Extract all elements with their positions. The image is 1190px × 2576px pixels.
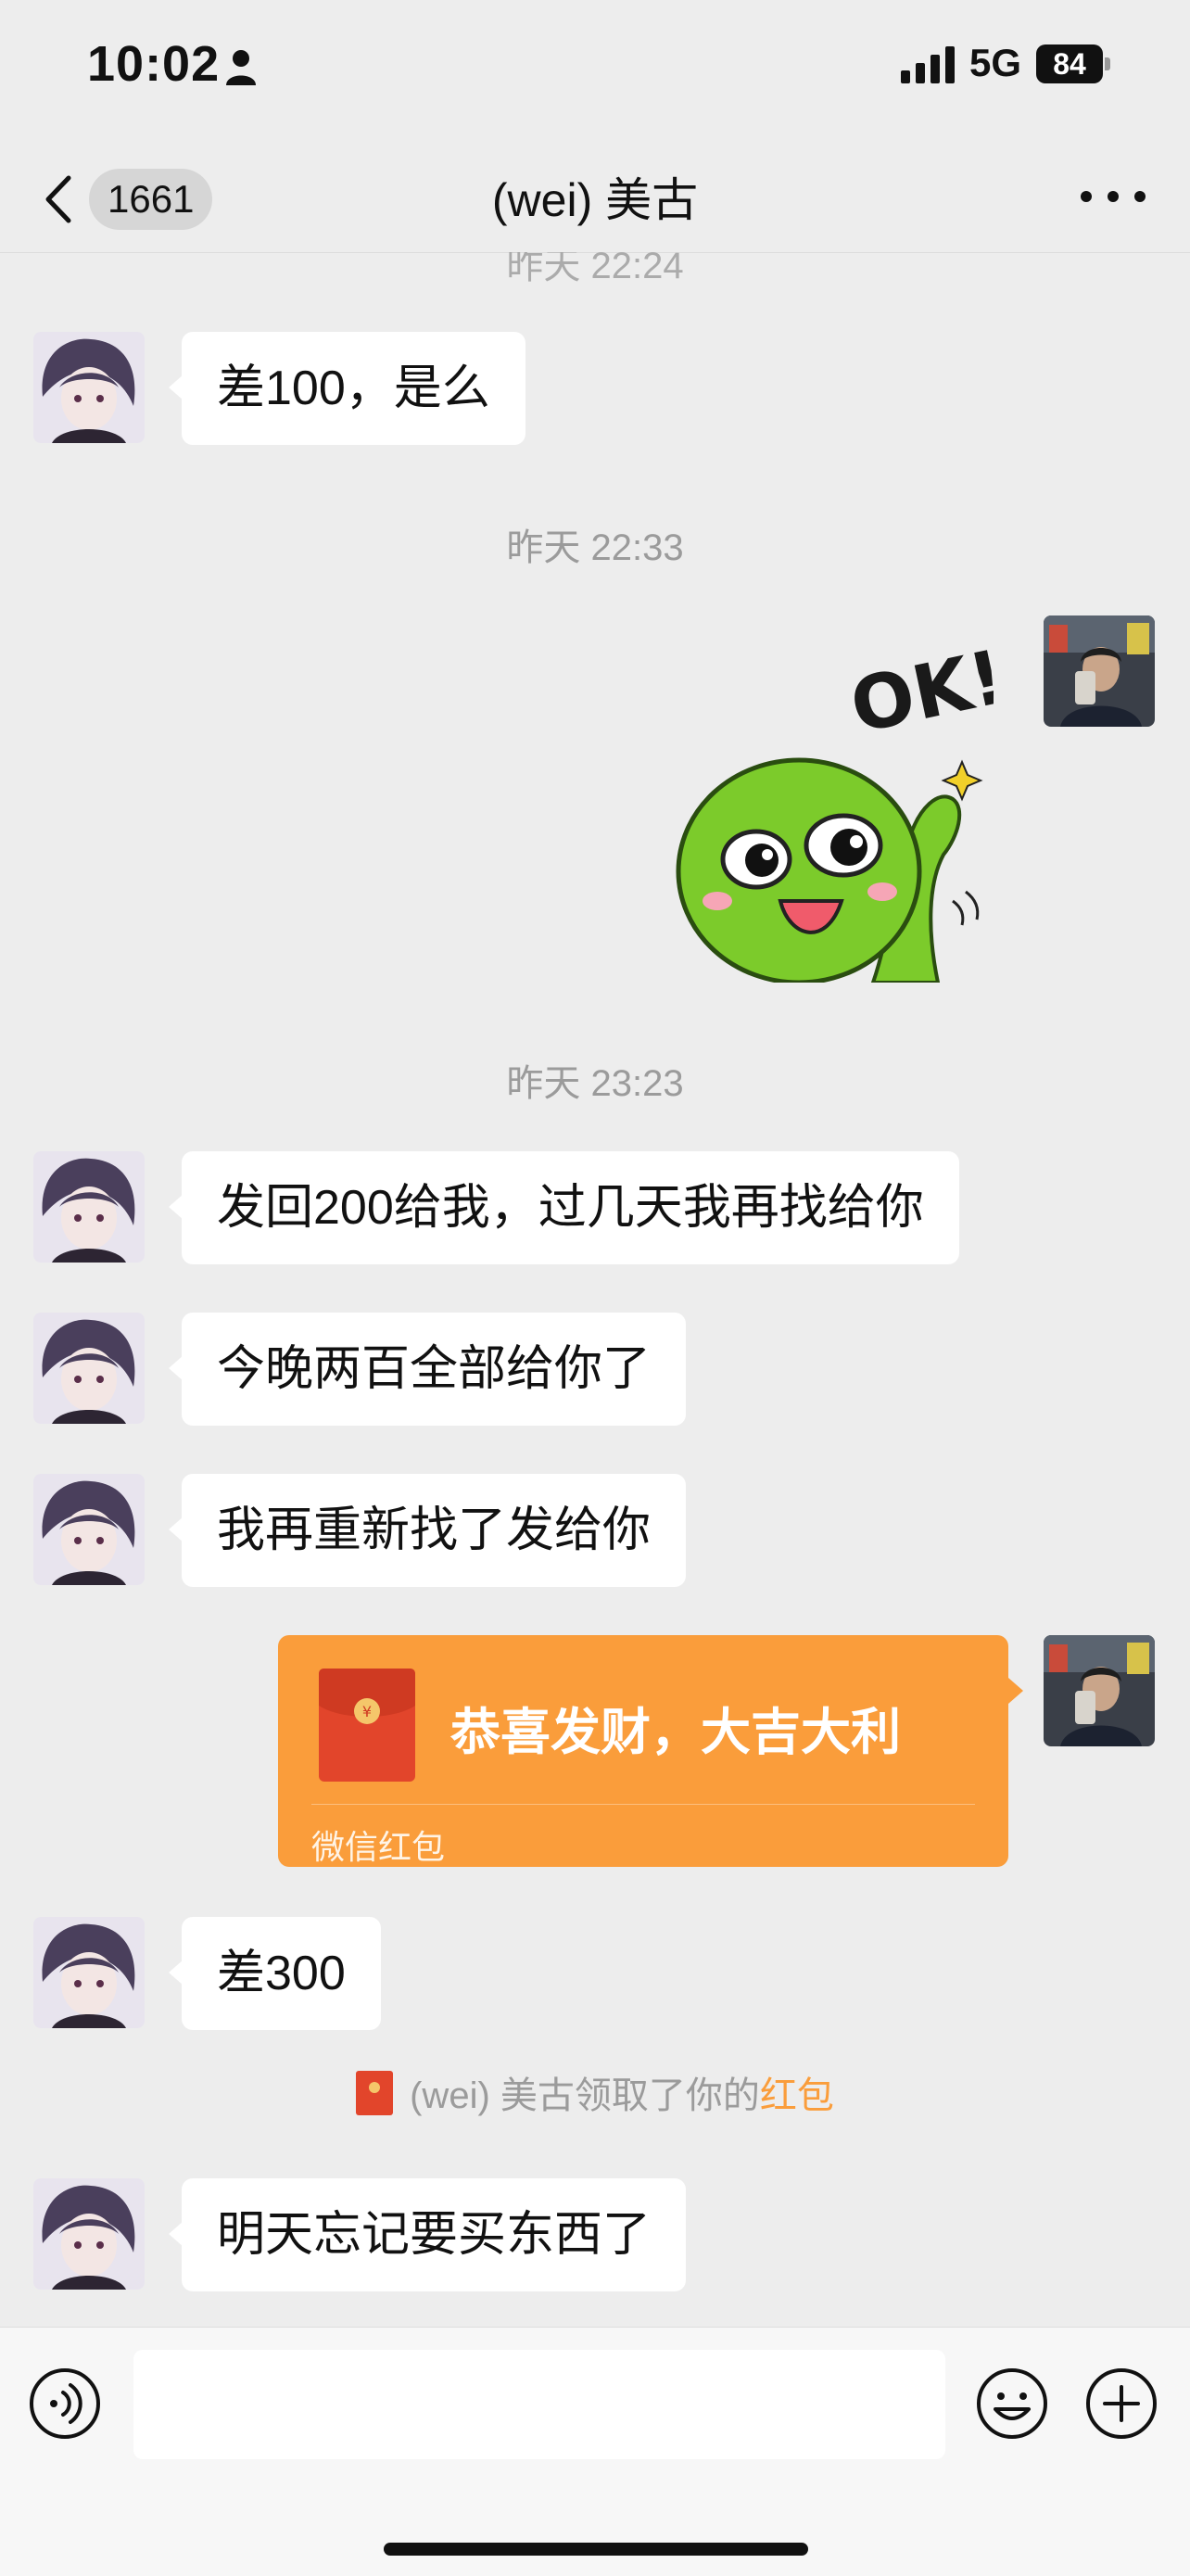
contact-avatar[interactable]	[33, 2178, 145, 2290]
battery-icon: 84	[1036, 44, 1110, 83]
svg-text:¥: ¥	[362, 1703, 372, 1720]
battery-level: 84	[1036, 44, 1103, 83]
message-bubble[interactable]: 差100，是么	[169, 332, 525, 445]
message-list[interactable]: 昨天 22:24 差100，是么 昨天 22:33 OK! 昨天 23:23 发…	[0, 252, 1190, 2327]
timestamp: 昨天 22:33	[506, 527, 684, 568]
sticker-image[interactable]: OK!	[660, 623, 994, 983]
person-icon	[226, 50, 256, 85]
timestamp: 昨天 22:24	[506, 252, 684, 286]
red-packet-link[interactable]: 红包	[760, 2075, 834, 2116]
red-packet-icon	[356, 2071, 394, 2115]
status-bar: 10:02 5G 84	[0, 0, 1190, 139]
contact-avatar[interactable]	[33, 1151, 145, 1263]
red-packet-label: 微信红包	[311, 1828, 446, 1866]
message-bubble[interactable]: 我再重新找了发给你	[168, 1474, 687, 1587]
timestamp: 昨天 23:23	[506, 1063, 684, 1104]
message-bubble[interactable]: 今晚两百全部给你了	[168, 1313, 687, 1426]
plus-icon[interactable]	[1084, 2367, 1158, 2441]
more-icon[interactable]	[1081, 182, 1146, 209]
contact-avatar[interactable]	[33, 332, 145, 443]
red-packet-icon: ¥	[319, 1669, 415, 1782]
signal-icon	[901, 46, 955, 83]
red-packet-message[interactable]: ¥ 恭喜发财，大吉大利 微信红包	[278, 1635, 1023, 1867]
divider	[311, 1804, 975, 1805]
network-type: 5G	[969, 41, 1022, 84]
input-bar	[0, 2327, 1190, 2576]
contact-avatar[interactable]	[33, 1474, 145, 1585]
message-bubble[interactable]: 差300	[169, 1917, 381, 2030]
chat-header: 1661 (wei) 美古	[0, 139, 1190, 253]
contact-avatar[interactable]	[33, 1313, 145, 1424]
my-avatar[interactable]	[1044, 1635, 1155, 1746]
status-time: 10:02	[87, 36, 221, 92]
system-notice-text: (wei) 美古领取了你的	[410, 2075, 760, 2116]
chat-title: (wei) 美古	[491, 174, 699, 226]
my-avatar[interactable]	[1044, 615, 1155, 727]
red-packet-title: 恭喜发财，大吉大利	[450, 1705, 901, 1760]
contact-avatar[interactable]	[33, 1917, 145, 2028]
message-input[interactable]	[133, 2350, 945, 2459]
home-indicator	[384, 2543, 808, 2556]
emoji-icon[interactable]	[975, 2367, 1049, 2441]
message-bubble[interactable]: 发回200给我，过几天我再找给你	[169, 1151, 959, 1264]
battery-tip	[1105, 57, 1110, 70]
system-notice: (wei) 美古领取了你的红包	[0, 2065, 1190, 2119]
voice-icon[interactable]	[28, 2367, 102, 2441]
message-bubble[interactable]: 明天忘记要买东西了	[168, 2178, 687, 2291]
sticker-text: OK!	[843, 633, 994, 750]
